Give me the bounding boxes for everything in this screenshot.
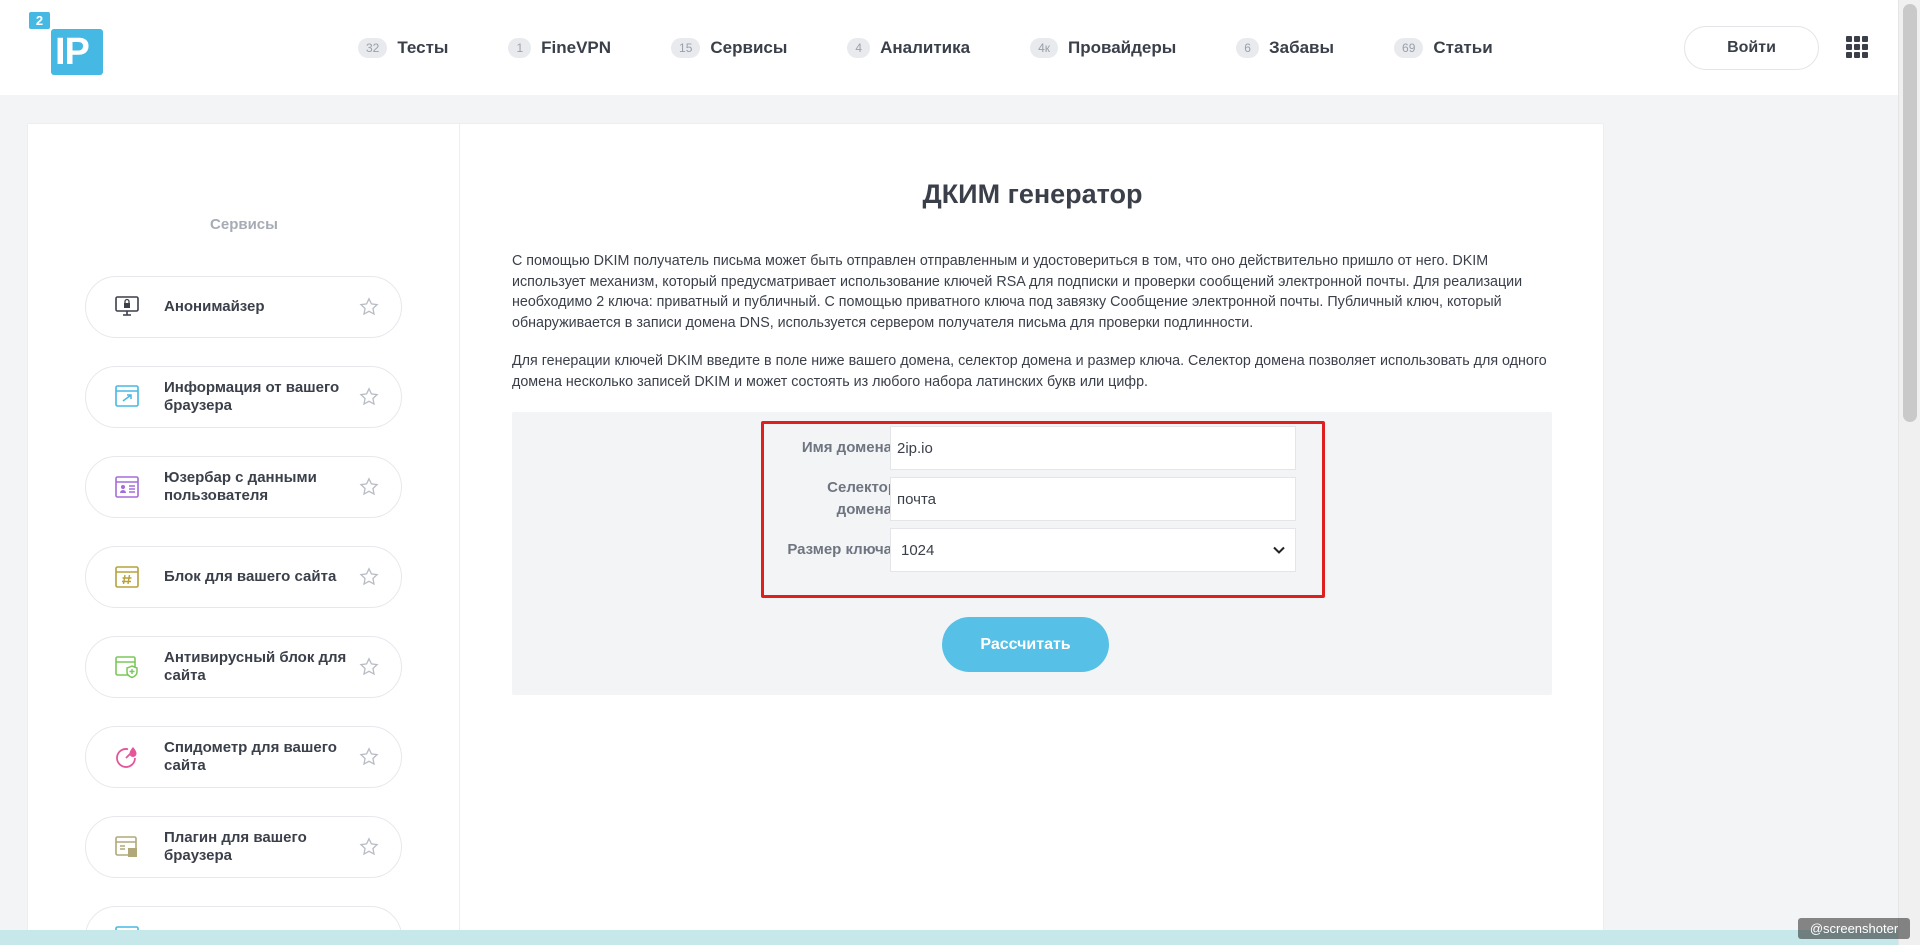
nav-badge: 4 <box>847 38 871 58</box>
star-icon[interactable] <box>359 477 379 497</box>
star-icon[interactable] <box>359 567 379 587</box>
nav-label: Сервисы <box>710 38 788 57</box>
sidebar-item-label: Плагин для вашего браузера <box>164 829 307 864</box>
nav-label: Провайдеры <box>1068 38 1177 57</box>
nav-label: Аналитика <box>880 38 971 57</box>
nav-label: Статьи <box>1433 38 1493 57</box>
keysize-row: Размер ключа: 1024 <box>512 528 1552 572</box>
keysize-label: Размер ключа: <box>787 541 897 558</box>
nav-badge: 6 <box>1236 38 1259 58</box>
user-card-icon <box>115 476 139 498</box>
sidebar-item-browser-info[interactable]: Информация от вашего браузера <box>85 366 402 428</box>
sidebar-title: Сервисы <box>210 216 278 233</box>
star-icon[interactable] <box>359 837 379 857</box>
sidebar-item-plugin[interactable]: Плагин для вашего браузера <box>85 816 402 878</box>
sidebar-item-label: Информация от вашего браузера <box>164 379 340 414</box>
sidebar-item-anonymizer[interactable]: Анонимайзер <box>85 276 402 338</box>
star-icon[interactable] <box>359 747 379 767</box>
page-title: ДКИМ генератор <box>922 179 1143 209</box>
nav-item-tests[interactable]: 32 Тесты <box>358 38 448 58</box>
plugin-window-icon <box>115 836 137 857</box>
nav-item-analytics[interactable]: 4 Аналитика <box>847 38 970 58</box>
sidebar-item-label: Юзербар с данными пользователя <box>164 469 317 504</box>
scrollbar-thumb[interactable] <box>1903 4 1917 422</box>
browser-window-icon <box>115 385 139 407</box>
sidebar-item-userbar[interactable]: Юзербар с данными пользователя <box>85 456 402 518</box>
nav-item-services[interactable]: 15 Сервисы <box>671 38 787 58</box>
monitor-lock-icon <box>115 296 139 316</box>
sidebar-item-site-block[interactable]: Блок для вашего сайта <box>85 546 402 608</box>
calculate-button[interactable]: Рассчитать <box>942 617 1109 672</box>
selector-input[interactable] <box>890 477 1296 521</box>
logo-superscript: 2 <box>29 12 50 29</box>
star-icon[interactable] <box>359 297 379 317</box>
instruction-paragraph: Для генерации ключей DKIM введите в поле… <box>512 353 1547 390</box>
sidebar-item-label: Антивирусный блок для сайта <box>164 649 347 684</box>
hash-window-icon <box>115 566 139 588</box>
nav-item-finevpn[interactable]: 1 FineVPN <box>508 38 611 58</box>
keysize-select[interactable]: 1024 <box>890 528 1296 572</box>
nav-label: FineVPN <box>541 38 612 57</box>
nav-badge: 1 <box>508 38 532 58</box>
selector-label: Селектор домена: <box>760 477 897 521</box>
nav-badge: 4к <box>1030 38 1059 58</box>
selector-label-line1: Селектор <box>827 479 897 496</box>
nav-badge: 15 <box>671 38 701 58</box>
main-nav: 32 Тесты 1 FineVPN 15 Сервисы 4 Аналитик… <box>358 36 1493 60</box>
login-button[interactable]: Войти <box>1684 26 1819 70</box>
site-header: 2 IP 32 Тесты 1 FineVPN 15 Сервисы 4 Ана… <box>0 0 1898 95</box>
sidebar-item-antivirus[interactable]: Антивирусный блок для сайта <box>85 636 402 698</box>
shield-window-icon <box>115 656 138 679</box>
nav-label: Забавы <box>1268 38 1335 57</box>
nav-badge: 32 <box>358 38 388 58</box>
star-icon[interactable] <box>359 657 379 677</box>
speedometer-icon <box>116 747 137 768</box>
sidebar-item-label: Анонимайзер <box>164 298 265 315</box>
domain-label: Имя домена: <box>801 439 897 456</box>
sidebar-item-label: Спидометр для вашего сайта <box>164 739 337 774</box>
screenshoter-watermark: @screenshoter <box>1798 918 1910 939</box>
selector-row: Селектор домена: <box>512 477 1552 521</box>
nav-badge: 69 <box>1394 38 1424 58</box>
logo-main: IP <box>51 29 103 75</box>
selector-label-line2: домена: <box>836 501 897 518</box>
page-scrollbar[interactable] <box>1898 0 1920 945</box>
description-paragraph: С помощью DKIM получатель письма может б… <box>512 253 1523 331</box>
bottom-taskbar-strip <box>0 930 1898 945</box>
nav-label: Тесты <box>397 38 449 57</box>
chevron-down-icon <box>1273 546 1285 554</box>
nav-item-articles[interactable]: 69 Статьи <box>1394 38 1493 58</box>
dkim-form-panel: Имя домена: Селектор домена: Размер ключ… <box>512 412 1552 695</box>
main-card: Сервисы Анонимайзер Информация от вашего… <box>27 123 1604 945</box>
domain-input[interactable] <box>890 426 1296 470</box>
apps-grid-icon[interactable] <box>1846 36 1868 58</box>
site-logo[interactable]: 2 IP <box>29 12 104 77</box>
star-icon[interactable] <box>359 387 379 407</box>
nav-item-providers[interactable]: 4к Провайдеры <box>1030 38 1176 58</box>
domain-row: Имя домена: <box>512 426 1552 470</box>
keysize-selected-value: 1024 <box>901 541 935 559</box>
sidebar-item-speedometer[interactable]: Спидометр для вашего сайта <box>85 726 402 788</box>
nav-item-fun[interactable]: 6 Забавы <box>1236 38 1334 58</box>
sidebar-item-label: Блок для вашего сайта <box>164 568 337 585</box>
sidebar: Сервисы Анонимайзер Информация от вашего… <box>28 124 460 945</box>
content-area: ДКИМ генератор С помощью DKIM получатель… <box>460 124 1605 945</box>
